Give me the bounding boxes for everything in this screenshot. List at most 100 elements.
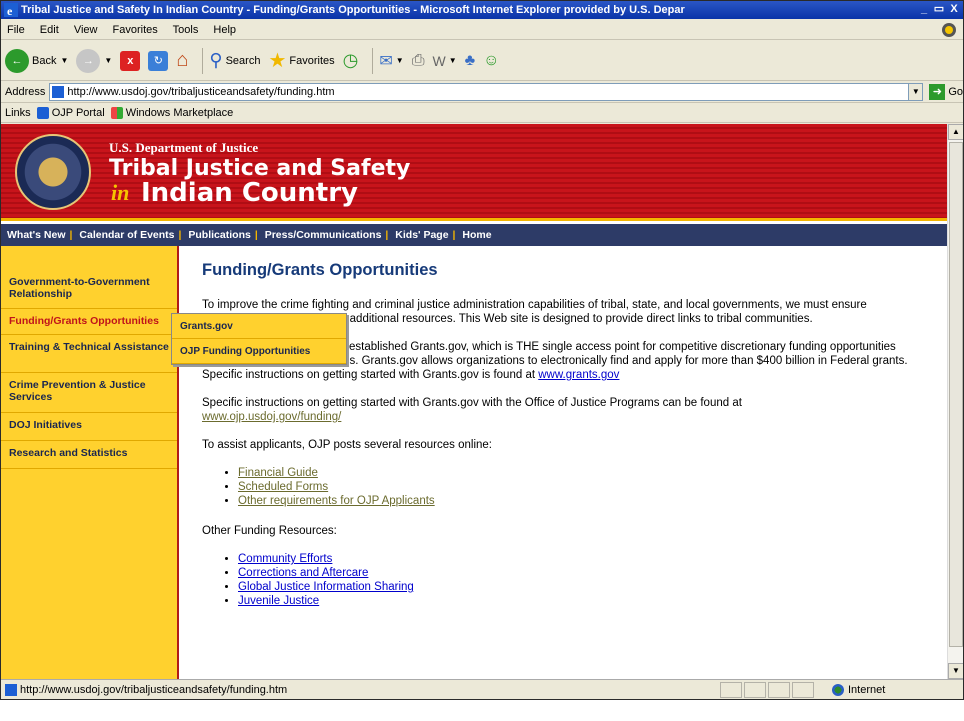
resources-intro: To assist applicants, OJP posts several … [202,439,492,451]
resources-list: Financial Guide Scheduled Forms Other re… [238,466,922,508]
stop-icon: x [120,50,141,71]
refresh-icon: ↻ [148,50,169,71]
windows-logo-icon [942,23,956,37]
flyout-item-grants-gov[interactable]: Grants.gov [172,314,346,339]
browser-window: e Tribal Justice and Safety In Indian Co… [0,0,964,700]
scroll-down-icon[interactable]: ▼ [948,663,963,679]
edit-dropdown-icon[interactable]: ▼ [449,56,457,65]
menu-bar: File Edit View Favorites Tools Help [1,20,963,40]
forward-arrow-icon: → [76,48,101,73]
page-icon [36,106,49,119]
toolbar-separator [202,47,204,74]
home-button[interactable]: ⌂ [176,46,188,76]
status-cell [720,681,742,698]
sidebar: Government-to-Government Relationship Fu… [1,246,179,679]
address-url: http://www.usdoj.gov/tribaljusticeandsaf… [67,85,335,98]
address-input[interactable]: http://www.usdoj.gov/tribaljusticeandsaf… [49,82,924,101]
nav-home[interactable]: Home [462,229,491,241]
scroll-up-icon[interactable]: ▲ [948,124,963,140]
window-title: Tribal Justice and Safety In Indian Coun… [21,4,685,16]
other-requirements-link[interactable]: Other requirements for OJP Applicants [238,495,435,507]
address-dropdown-icon[interactable]: ▼ [908,83,923,100]
history-icon: ◷ [342,50,359,70]
research-button[interactable]: ♣ [465,46,476,76]
close-button[interactable]: X [947,3,961,17]
edit-button[interactable]: W ▼ [433,46,457,76]
status-cell [768,681,790,698]
scheduled-forms-link[interactable]: Scheduled Forms [238,481,328,493]
juvenile-justice-link[interactable]: Juvenile Justice [238,595,319,607]
list-item: Scheduled Forms [238,480,922,494]
forward-button[interactable]: → ▼ [76,46,112,76]
favorites-star-icon: ★ [268,50,287,72]
sidebar-item-crime-prevention[interactable]: Crime Prevention & Justice Services [1,373,177,413]
menu-tools[interactable]: Tools [173,24,199,36]
menu-edit[interactable]: Edit [40,24,59,36]
edit-document-icon: W [432,52,446,69]
scroll-thumb[interactable] [949,142,963,647]
banner-title-in: in [111,180,130,205]
forward-dropdown-icon[interactable]: ▼ [104,56,112,65]
vertical-scrollbar[interactable]: ▲ ▼ [947,124,963,679]
corrections-aftercare-link[interactable]: Corrections and Aftercare [238,567,368,579]
status-cell [744,681,766,698]
link-ojp-portal[interactable]: OJP Portal [36,106,105,119]
back-button[interactable]: ← Back ▼ [5,46,68,76]
sidebar-item-training[interactable]: Training & Technical Assistance [1,335,177,373]
banner-title-line2: Indian Country [141,178,358,208]
list-item: Financial Guide [238,466,922,480]
stop-button[interactable]: x [120,46,141,76]
menu-view[interactable]: View [74,24,98,36]
status-page-icon [5,683,17,696]
ojp-funding-link[interactable]: www.ojp.usdoj.gov/funding/ [202,411,341,423]
title-bar: e Tribal Justice and Safety In Indian Co… [1,1,963,19]
link-windows-marketplace[interactable]: Windows Marketplace [110,106,233,119]
top-nav: What's New | Calendar of Events | Publicat… [1,224,947,246]
ojp-paragraph: Specific instructions on getting started… [202,397,742,423]
sidebar-item-research[interactable]: Research and Statistics [1,441,177,469]
print-icon: ⎙ [411,51,425,69]
flyout-item-ojp-funding[interactable]: OJP Funding Opportunities [172,339,346,364]
maximize-button[interactable]: ▭ [932,3,946,17]
status-cell [792,681,814,698]
menu-favorites[interactable]: Favorites [113,24,158,36]
back-dropdown-icon[interactable]: ▼ [60,56,68,65]
toolbar-separator [372,47,374,74]
ie-icon: e [4,3,18,17]
community-efforts-link[interactable]: Community Efforts [238,553,332,565]
search-button[interactable]: ⚲ Search [209,46,260,76]
grants-gov-link[interactable]: www.grants.gov [538,369,619,381]
history-button[interactable]: ◷ [343,46,359,76]
nav-publications[interactable]: Publications [188,229,250,241]
sidebar-item-funding[interactable]: Funding/Grants Opportunities [1,309,177,335]
mail-button[interactable]: ✉ ▼ [379,46,403,76]
sidebar-item-government[interactable]: Government-to-Government Relationship [1,270,177,309]
nav-press[interactable]: Press/Communications [265,229,382,241]
nav-whats-new[interactable]: What's New [7,229,66,241]
mail-dropdown-icon[interactable]: ▼ [396,56,404,65]
svg-text:e: e [7,4,13,17]
page-icon [52,85,65,98]
menu-help[interactable]: Help [213,24,236,36]
menu-file[interactable]: File [7,24,25,36]
doj-seal-logo [15,134,91,210]
minimize-button[interactable]: _ [917,3,931,17]
page-title: Funding/Grants Opportunities [202,261,438,279]
sidebar-item-doj-initiatives[interactable]: DOJ Initiatives [1,413,177,441]
globe-icon [832,683,844,696]
refresh-button[interactable]: ↻ [148,46,169,76]
go-button[interactable]: ➜ Go [929,83,963,100]
list-item: Community Efforts [238,552,922,566]
nav-kids-page[interactable]: Kids' Page [395,229,448,241]
global-justice-link[interactable]: Global Justice Information Sharing [238,581,414,593]
messenger-button[interactable]: ☺ [483,46,499,76]
home-icon: ⌂ [176,49,189,71]
other-resources-list: Community Efforts Corrections and Afterc… [238,552,922,608]
nav-calendar[interactable]: Calendar of Events [79,229,174,241]
print-button[interactable]: ⎙ [412,46,425,76]
back-arrow-icon: ← [5,48,29,73]
favorites-button[interactable]: ★ Favorites [268,46,334,76]
address-bar: Address http://www.usdoj.gov/tribaljusti… [1,81,963,103]
status-bar: http://www.usdoj.gov/tribaljusticeandsaf… [1,679,963,699]
financial-guide-link[interactable]: Financial Guide [238,467,318,479]
